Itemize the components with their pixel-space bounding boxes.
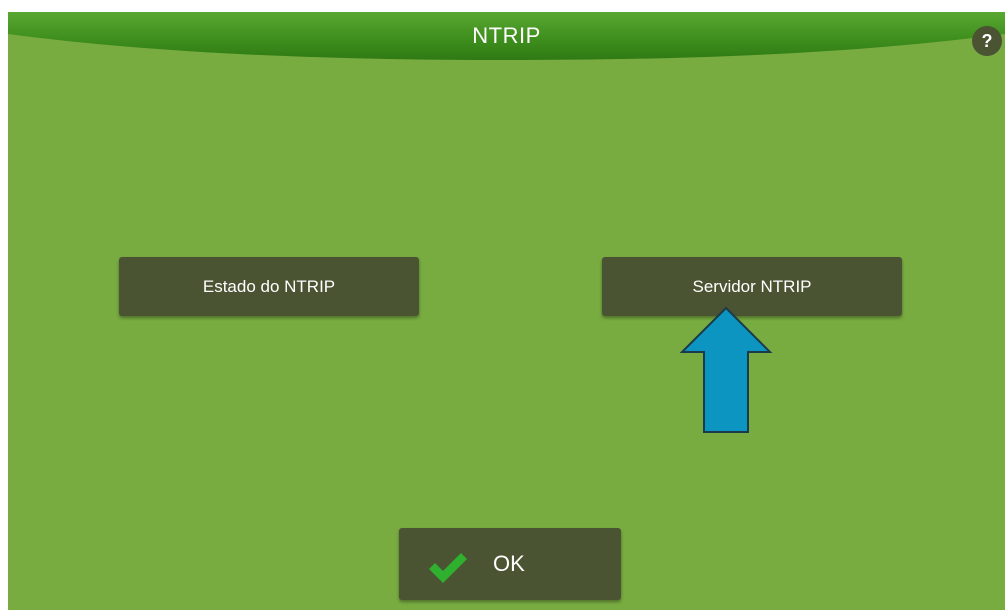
checkmark-icon (429, 553, 467, 583)
estado-ntrip-button[interactable]: Estado do NTRIP (119, 257, 419, 316)
title-bar: NTRIP (8, 12, 1005, 68)
ok-button[interactable]: OK (399, 528, 621, 600)
up-arrow-icon (679, 306, 773, 433)
help-button[interactable]: ? (972, 26, 1002, 56)
ntrip-screen: NTRIP ? Estado do NTRIP Servidor NTRIP O… (8, 12, 1005, 610)
page-title: NTRIP (472, 23, 541, 48)
ok-label: OK (493, 551, 525, 576)
question-mark-icon: ? (981, 31, 993, 51)
